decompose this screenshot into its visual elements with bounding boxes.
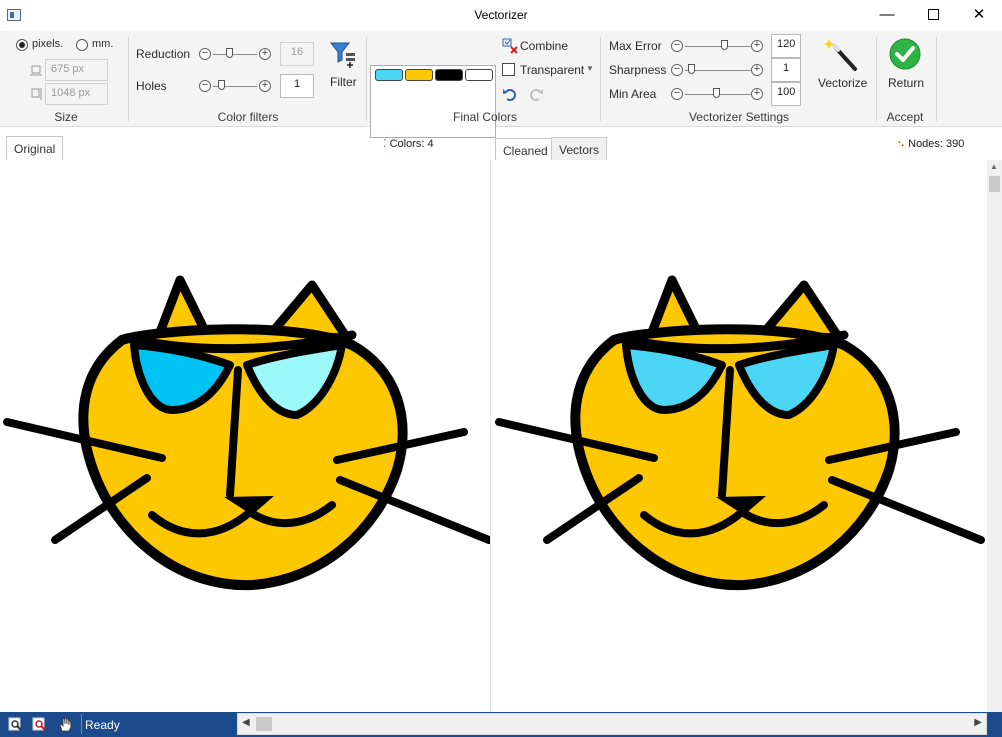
nodes-icon: ⠢ — [897, 138, 906, 150]
horizontal-scrollbar[interactable]: ◀ ▶ — [237, 713, 987, 735]
min-area-slider-thumb[interactable] — [713, 88, 720, 98]
sharpness-slider-thumb[interactable] — [688, 64, 695, 74]
height-icon — [31, 88, 42, 100]
cleaned-image-panel[interactable] — [494, 160, 987, 712]
separator — [128, 37, 129, 121]
filter-label: Filter — [330, 75, 357, 89]
status-text: Ready — [85, 718, 120, 732]
transparent-checkbox[interactable] — [502, 63, 515, 76]
colors-dots-icon: ⁚ — [383, 138, 387, 150]
funnel-icon — [329, 42, 355, 68]
separator — [876, 37, 877, 121]
max-error-field[interactable]: 120 — [771, 34, 801, 58]
ribbon-toolbar: pixels. mm. 675 px 1048 px Size Reductio… — [0, 31, 1002, 138]
tab-vectors[interactable]: Vectors — [551, 137, 608, 161]
unit-pixels-radio[interactable] — [16, 39, 28, 51]
color-filters-group-label: Color filters — [217, 110, 279, 124]
combine-icon — [502, 38, 518, 54]
magic-wand-icon — [823, 39, 857, 71]
max-error-decrease-button[interactable]: − — [671, 40, 683, 52]
height-field[interactable]: 1048 px — [45, 83, 108, 105]
holes-decrease-button[interactable]: − — [199, 80, 211, 92]
holes-label: Holes — [136, 79, 167, 93]
sharpness-field[interactable]: 1 — [771, 58, 801, 82]
min-area-increase-button[interactable]: + — [751, 88, 763, 100]
vectorize-label: Vectorize — [818, 76, 868, 90]
minimize-button[interactable]: — — [864, 0, 910, 31]
scroll-left-icon[interactable]: ◀ — [242, 717, 250, 728]
colors-count-label: Colors: 4 — [389, 138, 434, 150]
min-area-field[interactable]: 100 — [771, 82, 801, 106]
return-label: Return — [888, 76, 925, 90]
vertical-scroll-thumb[interactable] — [989, 176, 1000, 192]
scroll-right-icon[interactable]: ▶ — [974, 717, 982, 728]
unit-pixels-label: pixels. — [32, 38, 64, 50]
maximize-button[interactable] — [910, 0, 956, 31]
title-bar: Vectorizer — ✕ — [0, 0, 1002, 31]
final-colors-group-label: Final Colors — [452, 110, 518, 124]
nodes-count-info: ⠢ Nodes: 390 — [897, 137, 964, 150]
reduction-increase-button[interactable]: + — [259, 48, 271, 60]
undo-icon[interactable] — [502, 87, 516, 101]
width-icon — [30, 65, 42, 76]
holes-slider-thumb[interactable] — [218, 80, 225, 90]
original-cat-image — [3, 275, 490, 591]
color-swatch-cyan[interactable] — [375, 69, 403, 81]
transparent-label: Transparent — [520, 63, 585, 77]
max-error-slider-thumb[interactable] — [721, 40, 728, 50]
unit-mm-label: mm. — [92, 38, 114, 50]
reduction-label: Reduction — [136, 47, 191, 61]
vectorize-button[interactable]: Vectorize — [812, 35, 870, 95]
maximize-icon — [927, 9, 939, 20]
window-title: Vectorizer — [474, 8, 528, 22]
nodes-count-label: Nodes: 390 — [908, 138, 965, 150]
max-error-increase-button[interactable]: + — [751, 40, 763, 52]
final-colors-list — [370, 65, 496, 138]
separator — [936, 37, 937, 121]
color-swatch-yellow[interactable] — [405, 69, 433, 81]
color-swatch-white[interactable] — [465, 69, 493, 81]
checkmark-icon — [889, 38, 921, 70]
reduction-field[interactable]: 16 — [280, 42, 314, 66]
scroll-up-icon[interactable]: ▲ — [990, 162, 998, 171]
filter-button[interactable]: Filter — [326, 37, 360, 93]
zoom-actual-icon[interactable] — [32, 717, 48, 732]
colors-count-info: ⁚ Colors: 4 — [383, 137, 434, 150]
unit-mm-radio[interactable] — [76, 39, 88, 51]
original-image-panel[interactable] — [2, 160, 491, 712]
color-swatch-black[interactable] — [435, 69, 463, 81]
cleaned-cat-image — [495, 275, 985, 591]
reduction-decrease-button[interactable]: − — [199, 48, 211, 60]
pan-hand-icon[interactable] — [58, 717, 74, 732]
size-group-label: Size — [54, 110, 78, 124]
reduction-slider-thumb[interactable] — [226, 48, 233, 58]
return-button[interactable]: Return — [884, 35, 928, 95]
min-area-decrease-button[interactable]: − — [671, 88, 683, 100]
close-button[interactable]: ✕ — [956, 0, 1002, 31]
sharpness-label: Sharpness — [609, 63, 667, 77]
transparent-dropdown-icon[interactable]: ▼ — [586, 64, 594, 73]
holes-field[interactable]: 1 — [280, 74, 314, 98]
separator — [366, 37, 367, 121]
holes-increase-button[interactable]: + — [259, 80, 271, 92]
redo-icon[interactable] — [530, 87, 544, 101]
separator — [600, 37, 601, 121]
zoom-fit-icon[interactable] — [8, 717, 24, 732]
tab-original[interactable]: Original — [6, 136, 64, 162]
accept-group-label: Accept — [886, 110, 924, 124]
vectorizer-settings-group-label: Vectorizer Settings — [688, 110, 790, 124]
vertical-scrollbar[interactable]: ▲ — [987, 160, 1002, 712]
combine-button[interactable]: Combine — [520, 39, 568, 53]
horizontal-scroll-thumb[interactable] — [256, 717, 272, 731]
status-divider — [81, 714, 82, 734]
sharpness-increase-button[interactable]: + — [751, 64, 763, 76]
reduction-slider-track — [213, 54, 257, 55]
sharpness-decrease-button[interactable]: − — [671, 64, 683, 76]
width-field[interactable]: 675 px — [45, 59, 108, 81]
max-error-label: Max Error — [609, 39, 662, 53]
min-area-label: Min Area — [609, 87, 657, 101]
max-error-slider-track — [685, 46, 751, 47]
vectorizer-window: Vectorizer — ✕ pixels. mm. 675 px 1048 p… — [0, 0, 1002, 737]
